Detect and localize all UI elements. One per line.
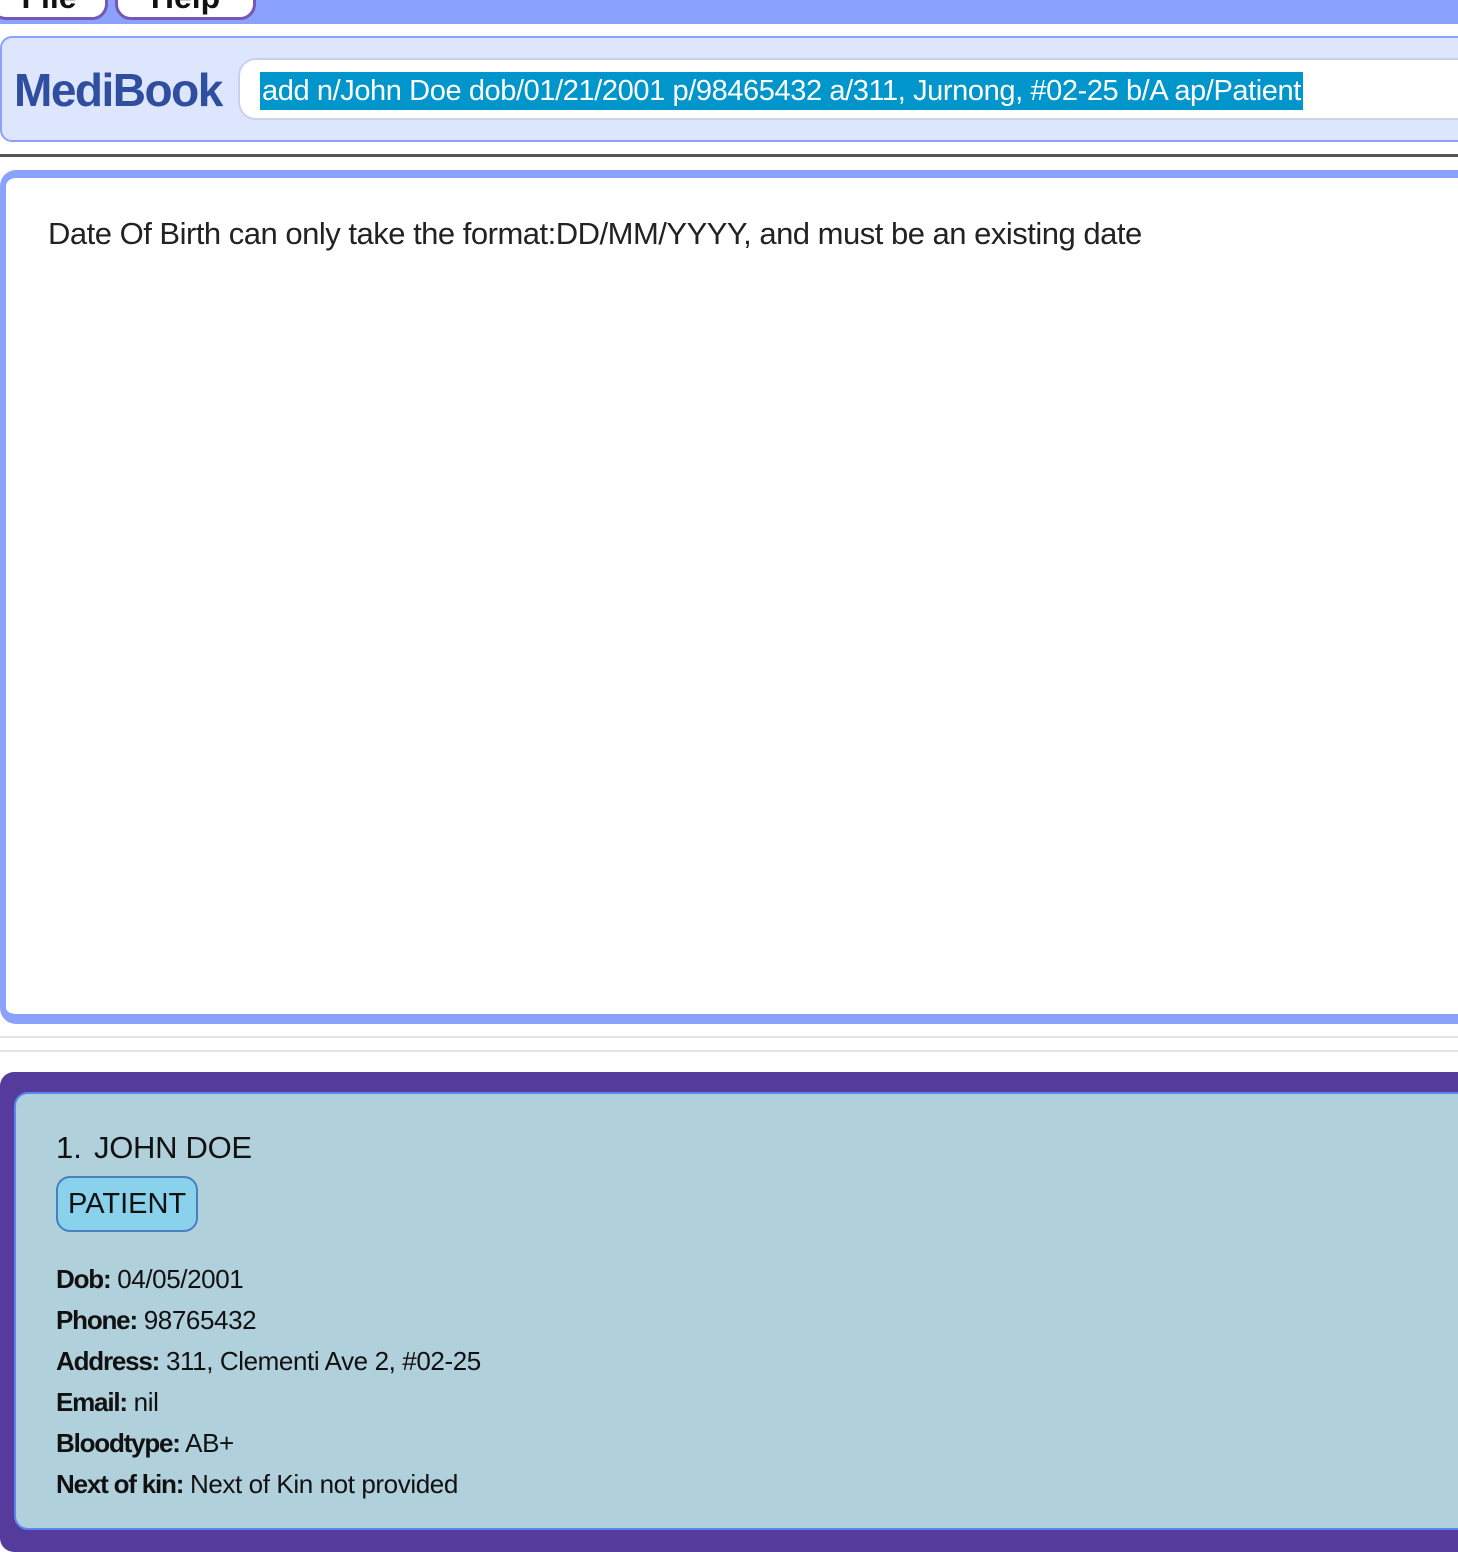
email-label: Email: bbox=[56, 1387, 128, 1417]
app-title: MediBook bbox=[14, 64, 223, 116]
email-value: nil bbox=[133, 1387, 159, 1417]
person-index: 1. bbox=[56, 1130, 82, 1165]
role-tag: PATIENT bbox=[56, 1176, 199, 1232]
address-field: Address: 311, Clementi Ave 2, #02-25 bbox=[56, 1346, 481, 1377]
file-menu-button[interactable]: File bbox=[0, 0, 108, 20]
bloodtype-label: Bloodtype: bbox=[56, 1428, 181, 1458]
command-bar: MediBook add n/John Doe dob/01/21/2001 p… bbox=[0, 36, 1458, 142]
bloodtype-field: Bloodtype: AB+ bbox=[56, 1428, 234, 1459]
email-field: Email: nil bbox=[56, 1387, 159, 1418]
divider bbox=[0, 154, 1458, 157]
person-list-panel[interactable]: 1. JOHN DOE PATIENT Dob: 04/05/2001 Phon… bbox=[0, 1072, 1458, 1552]
phone-value: 98765432 bbox=[143, 1305, 257, 1335]
next-of-kin-field: Next of kin: Next of Kin not provided bbox=[56, 1469, 458, 1500]
command-input-text[interactable]: add n/John Doe dob/01/21/2001 p/98465432… bbox=[260, 72, 1303, 110]
help-menu-button[interactable]: Help bbox=[115, 0, 256, 20]
bloodtype-value: AB+ bbox=[185, 1428, 234, 1458]
address-label: Address: bbox=[56, 1346, 160, 1376]
phone-label: Phone: bbox=[56, 1305, 138, 1335]
divider bbox=[0, 1036, 1458, 1038]
menu-bar: File Help bbox=[0, 0, 1458, 24]
command-input[interactable]: add n/John Doe dob/01/21/2001 p/98465432… bbox=[238, 58, 1458, 120]
next-of-kin-value: Next of Kin not provided bbox=[190, 1469, 458, 1499]
dob-value: 04/05/2001 bbox=[117, 1264, 244, 1294]
divider bbox=[0, 1050, 1458, 1052]
person-card[interactable]: 1. JOHN DOE PATIENT Dob: 04/05/2001 Phon… bbox=[14, 1092, 1458, 1530]
dob-label: Dob: bbox=[56, 1264, 112, 1294]
result-display: Date Of Birth can only take the format:D… bbox=[0, 170, 1458, 1024]
person-name: JOHN DOE bbox=[94, 1130, 252, 1165]
phone-field: Phone: 98765432 bbox=[56, 1305, 257, 1336]
address-value: 311, Clementi Ave 2, #02-25 bbox=[165, 1346, 481, 1376]
result-message: Date Of Birth can only take the format:D… bbox=[48, 216, 1142, 251]
next-of-kin-label: Next of kin: bbox=[56, 1469, 184, 1499]
dob-field: Dob: 04/05/2001 bbox=[56, 1264, 244, 1295]
